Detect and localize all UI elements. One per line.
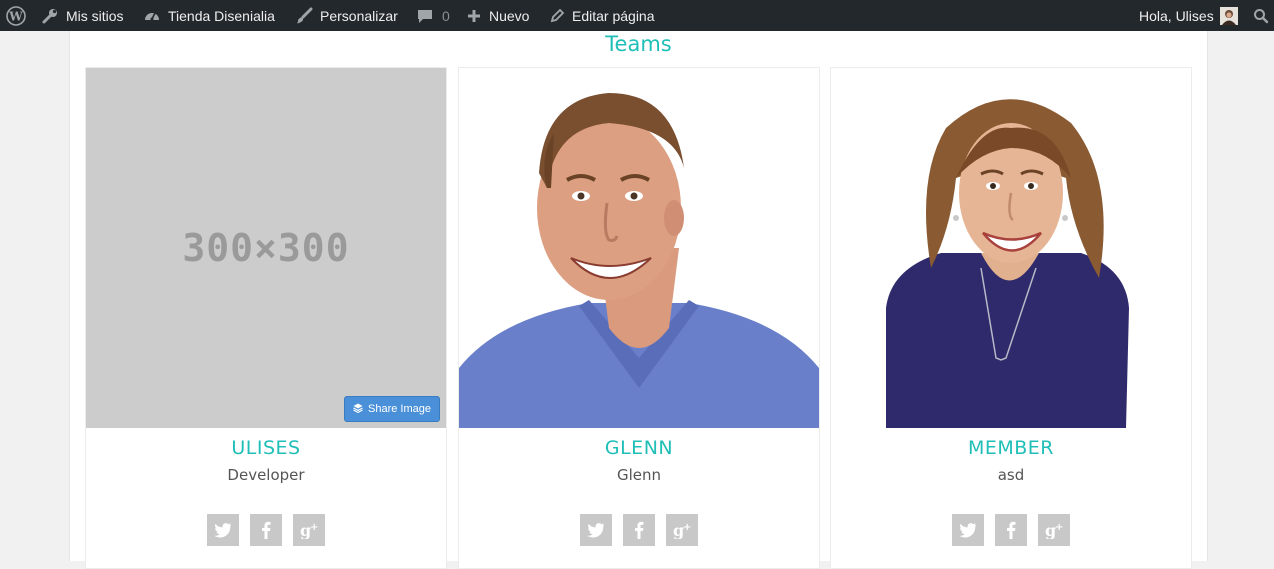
search-icon [1253, 8, 1269, 24]
comments-link[interactable]: 0 [416, 0, 450, 31]
edit-page-label: Editar página [572, 7, 655, 24]
facebook-link[interactable] [250, 514, 282, 546]
share-image-label: Share Image [368, 403, 431, 415]
member-photo: 300×300 Share Image [86, 68, 446, 428]
twitter-link[interactable] [952, 514, 984, 546]
wordpress-logo-button[interactable]: W [6, 0, 33, 31]
twitter-link[interactable] [207, 514, 239, 546]
google-plus-icon: g + [299, 521, 319, 539]
team-member-card: GLENN Glenn g + [458, 67, 820, 569]
comment-icon [416, 7, 434, 25]
svg-text:+: + [310, 522, 318, 533]
customize-label: Personalizar [320, 7, 398, 24]
member-name: ULISES [231, 437, 301, 459]
section-title: Teams [605, 32, 672, 56]
edit-page-link[interactable]: Editar página [549, 0, 655, 31]
search-button[interactable] [1253, 0, 1269, 31]
woman-portrait-photo [831, 68, 1191, 428]
brush-icon [295, 7, 313, 25]
twitter-link[interactable] [580, 514, 612, 546]
google-plus-icon: g + [672, 521, 692, 539]
store-menu[interactable]: Tienda Disenialia [143, 0, 275, 31]
svg-text:+: + [683, 522, 691, 533]
account-menu[interactable]: Hola, Ulises [1139, 0, 1238, 31]
pencil-icon [549, 8, 565, 24]
team-member-card: MEMBER asd g + [830, 67, 1192, 569]
facebook-icon [261, 521, 271, 539]
member-name: GLENN [604, 437, 674, 459]
twitter-icon [214, 522, 232, 538]
google-plus-link[interactable]: g + [666, 514, 698, 546]
image-placeholder: 300×300 [86, 68, 446, 428]
dashboard-icon [143, 7, 161, 25]
new-content-menu[interactable]: Nuevo [466, 0, 529, 31]
man-portrait-photo [459, 68, 819, 428]
social-links: g + [86, 514, 446, 546]
twitter-icon [959, 522, 977, 538]
greeting-label: Hola, Ulises [1139, 7, 1214, 24]
facebook-link[interactable] [623, 514, 655, 546]
my-sites-menu[interactable]: Mis sitios [41, 0, 124, 31]
admin-bar: W Mis sitios Tienda Disenialia Personali… [0, 0, 1274, 31]
my-sites-label: Mis sitios [66, 7, 124, 24]
avatar [1219, 6, 1238, 25]
store-label: Tienda Disenialia [168, 7, 275, 24]
social-links: g + [459, 514, 819, 546]
member-role: Developer [227, 466, 305, 484]
plus-icon [466, 8, 482, 24]
svg-text:W: W [8, 9, 23, 23]
member-name: MEMBER [967, 437, 1055, 459]
team-member-card: 300×300 Share Image ULISES Developer g + [85, 67, 447, 569]
wrench-icon [41, 7, 59, 25]
comments-count: 0 [442, 7, 450, 24]
google-plus-link[interactable]: g + [1038, 514, 1070, 546]
svg-text:+: + [1055, 522, 1063, 533]
new-label: Nuevo [489, 7, 530, 24]
twitter-icon [587, 522, 605, 538]
social-links: g + [831, 514, 1191, 546]
page-content: Teams 300×300 Share Image ULISES Develop… [69, 31, 1208, 569]
member-role: asd [997, 466, 1025, 484]
google-plus-icon: g + [1044, 521, 1064, 539]
wordpress-icon: W [6, 5, 26, 26]
customize-link[interactable]: Personalizar [295, 0, 398, 31]
member-role: Glenn [616, 466, 662, 484]
member-photo [831, 68, 1191, 428]
facebook-icon [634, 521, 644, 539]
google-plus-link[interactable]: g + [293, 514, 325, 546]
facebook-link[interactable] [995, 514, 1027, 546]
member-photo [459, 68, 819, 428]
share-image-button[interactable]: Share Image [344, 396, 440, 422]
layers-icon [353, 403, 363, 416]
facebook-icon [1006, 521, 1016, 539]
